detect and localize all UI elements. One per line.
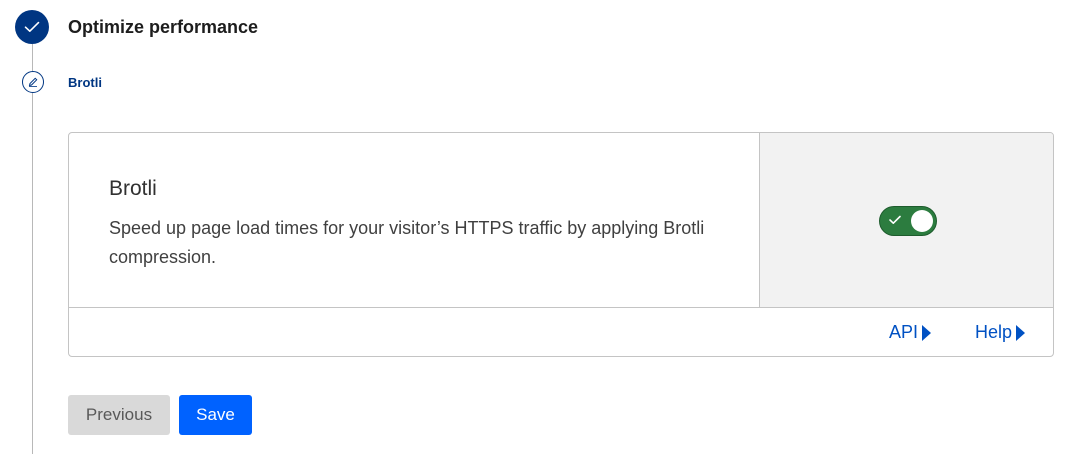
brotli-setting-card: Brotli Speed up page load times for your… <box>68 132 1054 357</box>
substep-title: Brotli <box>68 75 102 90</box>
progress-rail <box>32 44 33 454</box>
step-complete-indicator <box>15 10 49 44</box>
check-icon <box>24 21 40 32</box>
pencil-icon <box>28 77 38 87</box>
substep-edit-indicator <box>22 71 44 93</box>
step-title: Optimize performance <box>68 17 259 37</box>
card-control-panel <box>759 133 1053 308</box>
card-content: Brotli Speed up page load times for your… <box>69 133 759 308</box>
caret-right-icon <box>1016 324 1026 341</box>
card-title: Brotli <box>109 177 157 200</box>
save-button[interactable]: Save <box>179 395 252 435</box>
help-link[interactable]: Help <box>975 322 1026 343</box>
brotli-toggle[interactable] <box>878 205 937 236</box>
caret-right-icon <box>922 324 932 341</box>
toggle-check-icon <box>888 215 901 224</box>
api-link-label: API <box>889 322 919 342</box>
help-link-label: Help <box>975 322 1013 342</box>
toggle-knob <box>910 209 933 232</box>
card-description: Speed up page load times for your visito… <box>109 218 705 267</box>
card-footer: API Help <box>69 307 1053 356</box>
previous-button[interactable]: Previous <box>68 395 170 435</box>
api-link[interactable]: API <box>889 322 932 343</box>
